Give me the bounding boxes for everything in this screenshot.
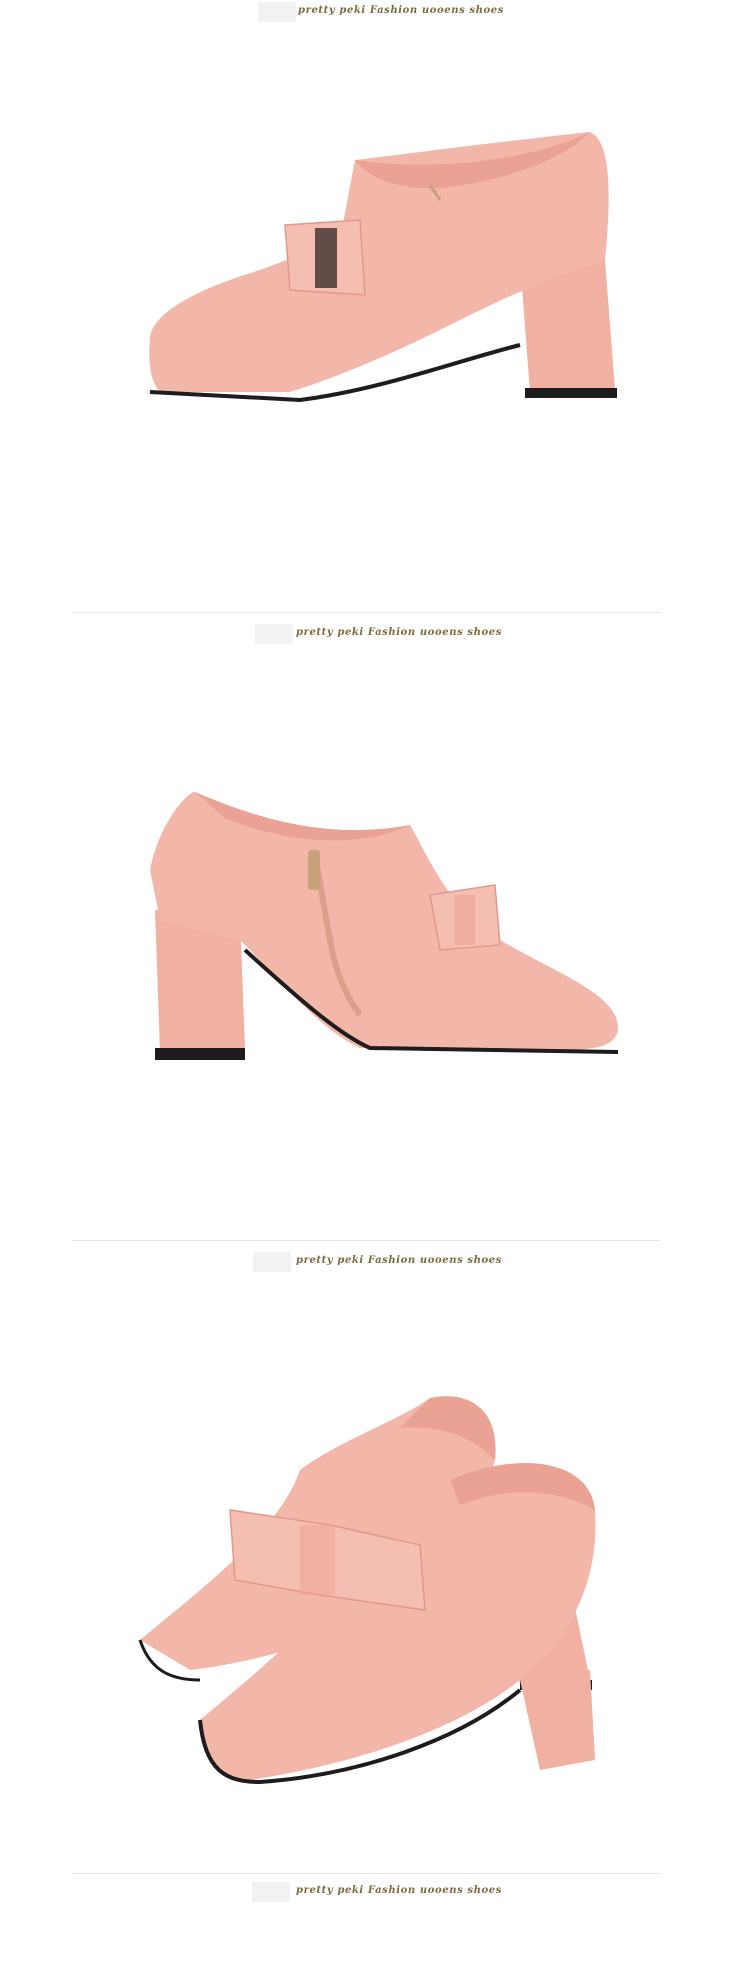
shoe-side-view-right-icon: [150, 791, 619, 1060]
section-divider: [72, 1240, 660, 1241]
section-divider: [72, 1873, 660, 1874]
brand-logo: [258, 2, 296, 22]
product-image-side-left: [0, 110, 750, 440]
product-image-pair-front: [0, 1380, 750, 1800]
brand-banner: pretty peki Fashion uooens shoes: [0, 1880, 750, 1906]
brand-banner: pretty peki Fashion uooens shoes: [0, 622, 750, 648]
brand-banner-text: pretty peki Fashion uooens shoes: [298, 5, 504, 16]
brand-logo: [253, 1252, 291, 1272]
section-divider: [72, 612, 660, 613]
shoe-side-view-left-icon: [149, 132, 617, 403]
brand-banner-text: pretty peki Fashion uooens shoes: [296, 627, 502, 638]
product-image-side-right: [0, 780, 750, 1100]
brand-banner-text: pretty peki Fashion uooens shoes: [296, 1255, 502, 1266]
brand-banner: pretty peki Fashion uooens shoes: [0, 1250, 750, 1276]
shoe-pair-front-view-icon: [138, 1396, 596, 1785]
brand-logo: [252, 1882, 290, 1902]
brand-banner: pretty peki Fashion uooens shoes: [0, 0, 750, 26]
brand-banner-text: pretty peki Fashion uooens shoes: [296, 1885, 502, 1896]
brand-logo: [255, 624, 293, 644]
